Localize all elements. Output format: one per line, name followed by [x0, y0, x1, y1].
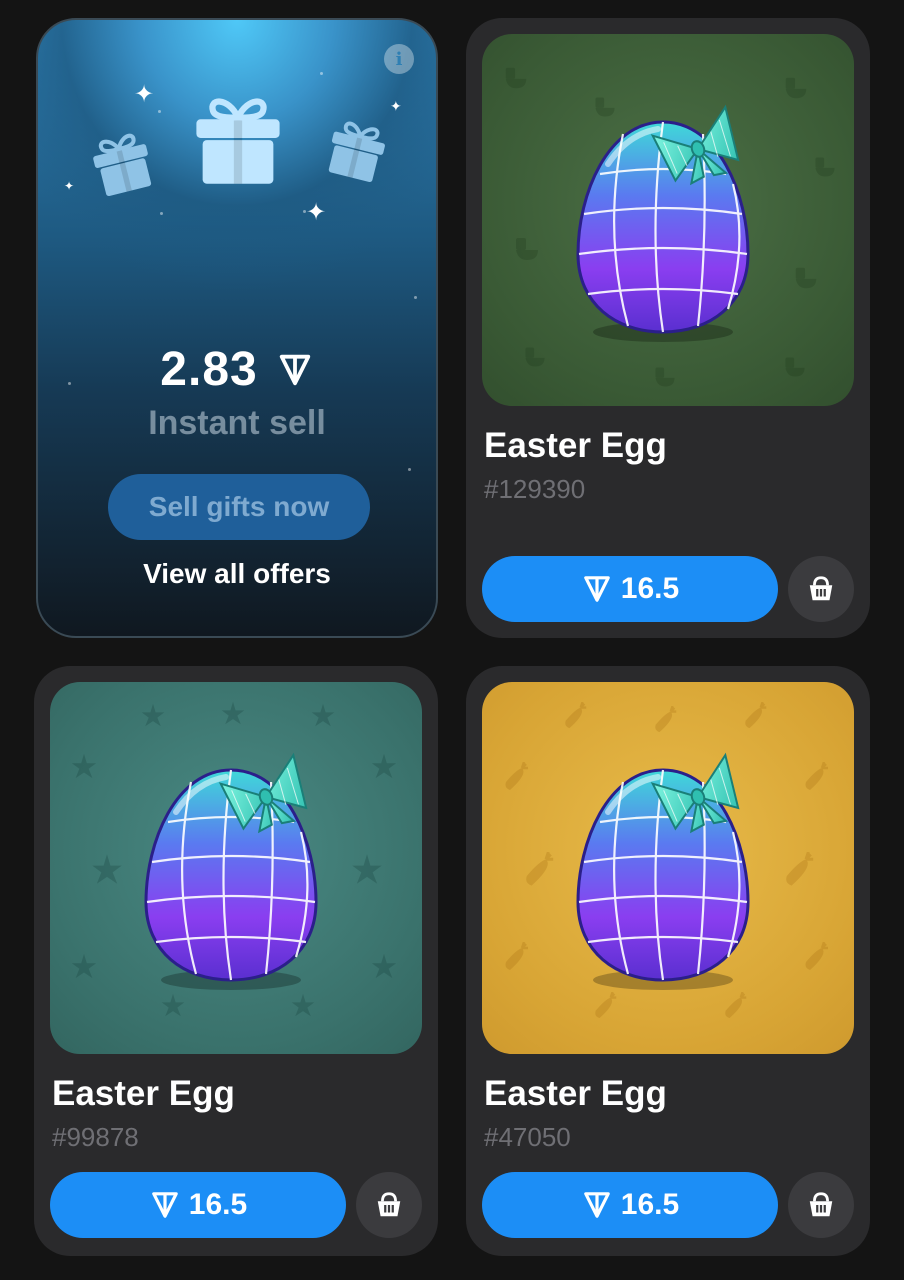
basket-icon [806, 1190, 836, 1220]
ton-icon [581, 573, 613, 605]
easter-egg-image [548, 742, 788, 1002]
sparkle-icon: ✦ [390, 99, 402, 115]
instant-sell-price: 2.83 [38, 342, 436, 397]
view-all-offers-link[interactable]: View all offers [38, 558, 436, 590]
info-icon[interactable]: i [384, 44, 414, 74]
sparkle-icon: ✦ [64, 179, 75, 193]
gift-image [482, 682, 854, 1054]
gift-icon [186, 86, 290, 190]
buy-button[interactable]: 16.5 [50, 1172, 346, 1238]
sparkle-icon: ✦ [306, 198, 327, 226]
gift-name: Easter Egg [484, 426, 667, 465]
ton-icon [581, 1189, 613, 1221]
gift-image [50, 682, 422, 1054]
buy-button[interactable]: 16.5 [482, 556, 778, 622]
instant-sell-amount: 2.83 [160, 343, 258, 396]
sell-gifts-button[interactable]: Sell gifts now [108, 474, 370, 540]
basket-icon [806, 574, 836, 604]
sparkle-dot [320, 72, 323, 75]
sparkle-dot [158, 110, 161, 113]
easter-egg-image [116, 742, 356, 1002]
basket-icon [374, 1190, 404, 1220]
add-to-basket-button[interactable] [788, 556, 854, 622]
gift-card[interactable]: Easter Egg #47050 16.5 [466, 666, 870, 1256]
buy-price: 16.5 [620, 1188, 680, 1221]
sparkle-dot [414, 296, 417, 299]
gift-icon [81, 121, 163, 203]
gift-number: #129390 [484, 474, 586, 504]
gift-number: #99878 [52, 1122, 139, 1152]
instant-sell-label: Instant sell [148, 404, 326, 442]
gift-card[interactable]: Easter Egg #99878 16.5 [34, 666, 438, 1256]
add-to-basket-button[interactable] [788, 1172, 854, 1238]
gift-number: #47050 [484, 1122, 571, 1152]
ton-icon [276, 351, 314, 389]
easter-egg-image [548, 94, 788, 354]
buy-button[interactable]: 16.5 [482, 1172, 778, 1238]
sparkle-dot [408, 468, 411, 471]
buy-price: 16.5 [620, 572, 680, 605]
gift-card[interactable]: Easter Egg #129390 16.5 [466, 18, 870, 638]
ton-icon [149, 1189, 181, 1221]
sparkle-dot [160, 212, 163, 215]
gift-name: Easter Egg [52, 1074, 235, 1113]
buy-price: 16.5 [188, 1188, 248, 1221]
gift-icon [317, 109, 397, 189]
sparkle-icon: ✦ [134, 80, 155, 108]
gift-name: Easter Egg [484, 1074, 667, 1113]
add-to-basket-button[interactable] [356, 1172, 422, 1238]
gift-image [482, 34, 854, 406]
instant-sell-card: ✦ ✦ ✦ ✦ i 2.83 Instant sell Sell gifts n… [36, 18, 438, 638]
